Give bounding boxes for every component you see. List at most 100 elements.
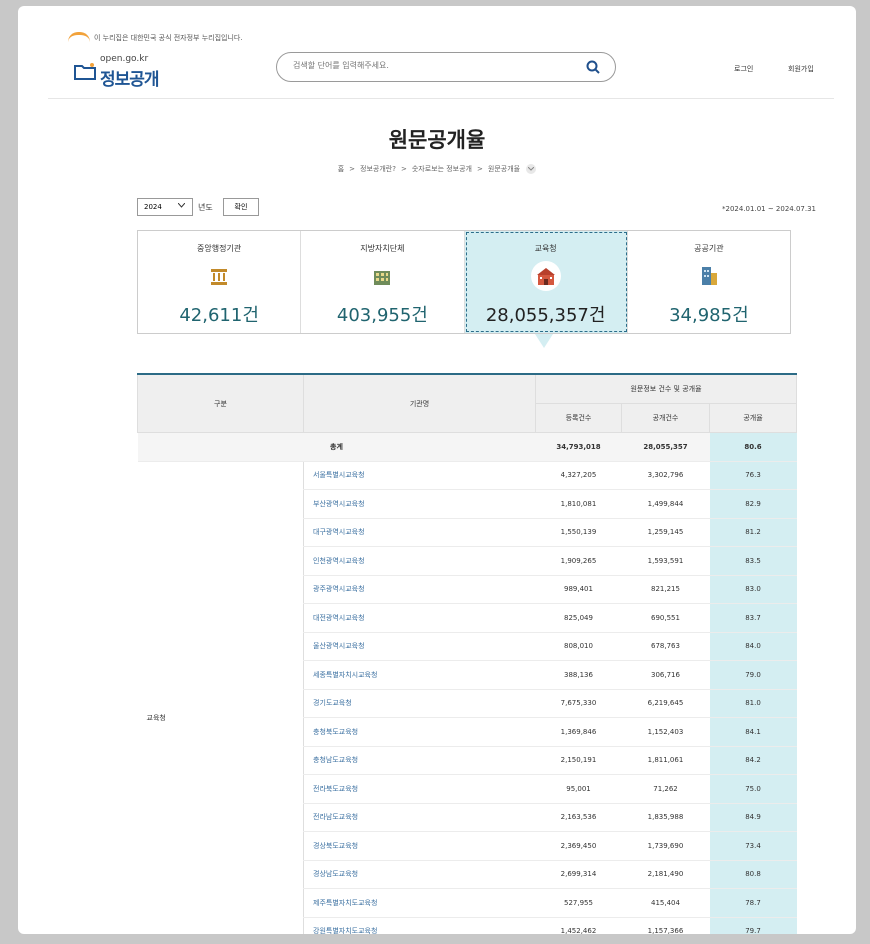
public-count: 821,215	[621, 575, 710, 604]
search-input[interactable]	[293, 61, 563, 70]
total-label: 총계	[137, 432, 536, 462]
public-count: 1,593,591	[621, 546, 710, 576]
disclosure-rate: 84.9	[709, 803, 797, 832]
disclosure-rate: 73.4	[709, 831, 797, 861]
breadcrumb-item[interactable]: 정보공개란?	[360, 165, 396, 173]
org-name[interactable]: 서울특별시교육청	[303, 461, 536, 490]
public-count: 71,262	[621, 774, 710, 804]
public-count: 1,811,061	[621, 746, 710, 775]
org-name[interactable]: 울산광역시교육청	[303, 632, 536, 661]
public-count: 1,157,366	[621, 917, 710, 934]
gov-notice-text: 이 누리집은 대한민국 공식 전자정부 누리집입니다.	[94, 33, 243, 42]
breadcrumb-item[interactable]: 숫자로보는 정보공개	[412, 165, 472, 173]
total-registered: 34,793,018	[535, 432, 622, 462]
logo-text: 정보공개	[100, 70, 160, 90]
card-education-office[interactable]: 교육청 28,055,357건	[464, 231, 628, 333]
total-row: 총계 34,793,018 28,055,357 80.6	[137, 432, 797, 462]
card-value: 28,055,357건	[485, 305, 606, 326]
org-name[interactable]: 대전광역시교육청	[303, 603, 536, 633]
confirm-button[interactable]: 확인	[223, 198, 259, 216]
registered-count: 2,150,191	[535, 746, 622, 775]
total-public: 28,055,357	[621, 432, 710, 462]
chevron-down-icon	[178, 203, 185, 208]
disclosure-rate: 81.2	[709, 518, 797, 547]
registered-count: 388,136	[535, 660, 622, 690]
header-category: 구분	[137, 373, 304, 433]
card-label: 교육청	[534, 244, 557, 253]
page-title: 원문공개율	[388, 128, 486, 152]
registered-count: 1,369,846	[535, 717, 622, 747]
login-link[interactable]: 로그인	[730, 62, 757, 76]
disclosure-rate: 83.5	[709, 546, 797, 576]
public-count: 690,551	[621, 603, 710, 633]
org-name[interactable]: 인천광역시교육청	[303, 546, 536, 576]
registered-count: 4,327,205	[535, 461, 622, 490]
registered-count: 825,049	[535, 603, 622, 633]
disclosure-rate: 81.0	[709, 689, 797, 718]
card-local-government[interactable]: 지방자치단체 403,955건	[301, 231, 465, 333]
org-name[interactable]: 강원특별자치도교육청	[303, 917, 536, 934]
school-icon	[530, 261, 561, 291]
search-icon[interactable]	[585, 59, 601, 75]
card-value: 403,955건	[336, 305, 428, 326]
header-divider	[48, 98, 834, 99]
chevron-down-icon[interactable]	[526, 164, 537, 174]
year-select[interactable]: 2024	[137, 198, 193, 216]
registered-count: 95,001	[535, 774, 622, 804]
card-value: 42,611건	[179, 305, 259, 326]
card-label: 중앙행정기관	[197, 244, 242, 253]
breadcrumb-current: 원문공개율	[487, 165, 521, 173]
org-name[interactable]: 전라북도교육청	[303, 774, 536, 804]
breadcrumb-separator: >	[477, 165, 483, 173]
org-name[interactable]: 경기도교육청	[303, 689, 536, 718]
org-name[interactable]: 충청남도교육청	[303, 746, 536, 775]
public-count: 678,763	[621, 632, 710, 661]
disclosure-rate: 78.7	[709, 888, 797, 918]
city-hall-icon	[367, 261, 398, 291]
office-tower-icon	[693, 261, 724, 291]
breadcrumb: 홈 > 정보공개란? > 숫자로보는 정보공개 > 원문공개율	[18, 164, 856, 174]
gov-notice: 이 누리집은 대한민국 공식 전자정부 누리집입니다.	[68, 32, 243, 43]
card-public-institution[interactable]: 공공기관 34,985건	[628, 231, 790, 333]
org-name[interactable]: 전라남도교육청	[303, 803, 536, 832]
registered-count: 7,675,330	[535, 689, 622, 718]
header-org: 기관명	[303, 373, 536, 433]
government-building-icon	[204, 261, 235, 291]
org-name[interactable]: 부산광역시교육청	[303, 489, 536, 519]
disclosure-rate: 79.0	[709, 660, 797, 690]
browser-page: 이 누리집은 대한민국 공식 전자정부 누리집입니다. open.go.kr 정…	[18, 6, 856, 934]
breadcrumb-home[interactable]: 홈	[338, 165, 344, 173]
org-name[interactable]: 제주특별자치도교육청	[303, 888, 536, 918]
org-name[interactable]: 충청북도교육청	[303, 717, 536, 747]
registered-count: 1,909,265	[535, 546, 622, 576]
card-central-government[interactable]: 중앙행정기관 42,611건	[138, 231, 302, 333]
disclosure-rate: 82.9	[709, 489, 797, 519]
public-count: 1,835,988	[621, 803, 710, 832]
registered-count: 2,369,450	[535, 831, 622, 861]
org-name[interactable]: 광주광역시교육청	[303, 575, 536, 604]
signup-link[interactable]: 회원가입	[784, 62, 818, 76]
year-label: 년도	[198, 203, 213, 212]
year-select-value: 2024	[144, 203, 162, 211]
registered-count: 1,810,081	[535, 489, 622, 519]
org-name[interactable]: 경상북도교육청	[303, 831, 536, 861]
org-name[interactable]: 대구광역시교육청	[303, 518, 536, 547]
breadcrumb-separator: >	[349, 165, 356, 173]
site-logo[interactable]: open.go.kr 정보공개	[74, 52, 194, 90]
registered-count: 1,452,462	[535, 917, 622, 934]
disclosure-rate: 84.1	[709, 717, 797, 747]
logo-subtext: open.go.kr	[100, 54, 149, 64]
org-name[interactable]: 세종특별자치시교육청	[303, 660, 536, 690]
header-registered: 등록건수	[535, 403, 622, 433]
header-rate: 공개율	[708, 403, 798, 433]
gov-emblem-icon	[68, 32, 90, 43]
table-row: 교육청 서울특별시교육청 4,327,205 3,302,796 76.3	[137, 461, 797, 934]
disclosure-rate: 80.8	[709, 860, 797, 889]
header-public: 공개건수	[621, 403, 710, 433]
disclosure-rate: 79.7	[709, 917, 797, 934]
org-name[interactable]: 경상남도교육청	[303, 860, 536, 889]
public-count: 1,739,690	[621, 831, 710, 861]
public-count: 6,219,645	[621, 689, 710, 718]
public-count: 306,716	[621, 660, 710, 690]
group-label: 교육청	[137, 461, 304, 934]
